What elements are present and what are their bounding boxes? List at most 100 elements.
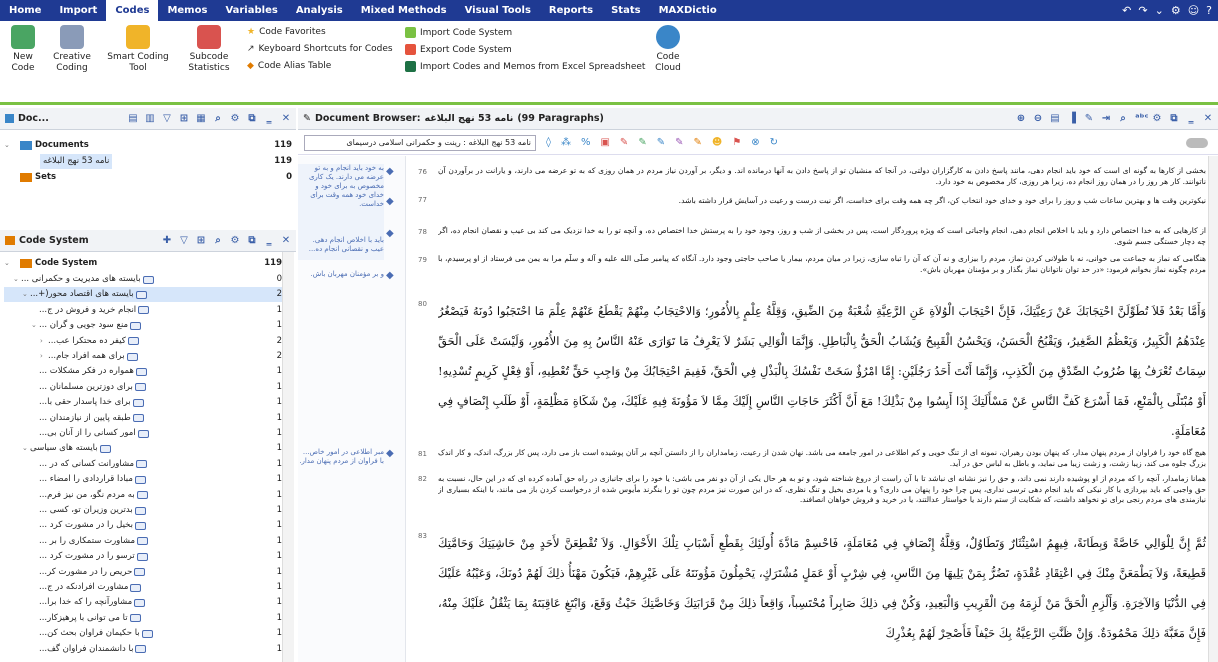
code-item[interactable]: ⌄ منع سود جویی و گران ... 1 [4, 318, 282, 333]
close-icon[interactable]: ✕ [281, 235, 291, 246]
menu-stats[interactable]: Stats [602, 0, 649, 21]
search-icon[interactable]: ⌕ [213, 113, 223, 124]
red-pen-icon[interactable]: ✎ [620, 137, 628, 148]
sets-root[interactable]: Sets 0 [4, 170, 292, 185]
import-excel-button[interactable]: Import Codes and Memos from Excel Spread… [405, 61, 645, 72]
code-item[interactable]: برای خدا پاسدار حقی با... 1 [4, 395, 282, 410]
activate-icon[interactable]: ⊞ [196, 235, 206, 246]
code-item[interactable]: ⌄ بایسته های اقتصاد محور(+... 2 [4, 287, 282, 303]
code-item[interactable]: ⌄ بایسته های سیاسی 1 [4, 441, 282, 456]
zoom-out-icon[interactable]: ⊖ [1033, 113, 1043, 124]
documents-root[interactable]: ⌄ Documents 119 [4, 138, 292, 153]
smiley-icon[interactable]: ☻ [712, 137, 722, 148]
new-code-button[interactable]: New Code [8, 25, 38, 74]
smart-coding-button[interactable]: Smart Coding Tool [106, 25, 170, 74]
code-item[interactable]: مشاورت ستمکاری را بر ... 1 [4, 534, 282, 549]
gear-icon[interactable]: ⚙ [230, 235, 240, 246]
coding-stripe-label[interactable]: مبر اطلاعی در امور خاص... با فراوان از م… [298, 448, 384, 472]
subcode-statistics-button[interactable]: Subcode Statistics [184, 25, 234, 74]
code-item[interactable]: برای دوزترین مسلمانان ... 1 [4, 380, 282, 395]
filter-icon[interactable]: ▽ [179, 235, 189, 246]
menu-reports[interactable]: Reports [540, 0, 602, 21]
code-item[interactable]: امور کسانی را از آنان بی... 1 [4, 426, 282, 441]
code-favorites-button[interactable]: ★ Code Favorites [247, 27, 326, 37]
code-icon[interactable]: ⁂ [561, 137, 571, 148]
refresh-icon[interactable]: ↻ [770, 137, 778, 148]
code-marker-icon[interactable]: ◆ [386, 196, 394, 207]
gear-icon[interactable]: ⚙ [1171, 4, 1181, 17]
code-alias-button[interactable]: ◆ Code Alias Table [247, 61, 331, 71]
code-item[interactable]: مشاورآنچه را که خدا برا... 1 [4, 595, 282, 610]
paragraph-78[interactable]: از کارهایی که به خدا اختصاص دارد و باید … [438, 226, 1206, 250]
paragraph-80[interactable]: وَأَمَّا بَعْدُ فَلاَ تُطَوِّلَنَّ احْتِ… [438, 296, 1206, 446]
undo-icon[interactable]: ↶ [1122, 4, 1131, 17]
minimize-icon[interactable]: ‗ [264, 235, 274, 246]
code-marker-icon[interactable]: ◆ [386, 448, 394, 459]
code-favorite-icon[interactable]: % [581, 137, 591, 148]
coding-stripe-label[interactable]: باید با اخلاص انجام دهی. عیب و نقصانی ان… [298, 236, 384, 258]
menu-maxdictio[interactable]: MAXDictio [650, 0, 726, 21]
link-icon[interactable]: ⊗ [751, 137, 759, 148]
code-marker-icon[interactable]: ◆ [386, 166, 394, 177]
menu-mixed-methods[interactable]: Mixed Methods [352, 0, 456, 21]
export-code-system-button[interactable]: Export Code System [405, 44, 512, 55]
spellcheck-icon[interactable]: ᵃᵇᶜ [1135, 113, 1149, 124]
code-item[interactable]: مشاورانت کسانی که در ... 1 [4, 457, 282, 472]
green-pen-icon[interactable]: ✎ [638, 137, 646, 148]
gear-icon[interactable]: ⚙ [1152, 113, 1162, 124]
chevron-icon[interactable]: › [40, 334, 48, 349]
highlight-icon[interactable]: ◊ [546, 137, 551, 148]
minimize-icon[interactable]: ‗ [264, 113, 274, 124]
document-scrollbar[interactable] [1208, 156, 1218, 662]
menu-analysis[interactable]: Analysis [287, 0, 352, 21]
coding-stripe-label[interactable]: و بر مؤمنان مهربان باش. [298, 270, 384, 284]
code-marker-icon[interactable]: ◆ [386, 270, 394, 281]
print-icon[interactable]: ▤ [1050, 113, 1060, 124]
chevron-down-icon[interactable]: ⌄ [4, 256, 12, 271]
code-item[interactable]: › کیفر ده محتکرا عب... 2 [4, 334, 282, 349]
code-item[interactable]: بخیل را در مشورت کرد ... 1 [4, 518, 282, 533]
flag-icon[interactable]: ⚑ [732, 137, 741, 148]
chevron-icon[interactable]: ⌄ [13, 272, 21, 287]
code-item[interactable]: طبقه پایین از نیازمندان ... 1 [4, 411, 282, 426]
document-item[interactable]: نامه 53 نهج البلاغه 119 [4, 154, 292, 169]
menu-home[interactable]: Home [0, 0, 50, 21]
emoticode-icon[interactable]: ▣ [600, 137, 609, 148]
activate-icon[interactable]: ⊞ [179, 113, 189, 124]
new-doc-icon[interactable]: ▤ [128, 113, 138, 124]
undock-icon[interactable]: ⧉ [1169, 113, 1179, 124]
chevron-icon[interactable]: › [40, 349, 48, 364]
orange-pen-icon[interactable]: ✎ [693, 137, 701, 148]
import-doc-icon[interactable]: ▥ [145, 113, 155, 124]
toggle-switch[interactable] [1186, 137, 1208, 148]
menu-import[interactable]: Import [50, 0, 106, 21]
code-item[interactable]: همواره در فکر مشکلات ... 1 [4, 364, 282, 379]
purple-pen-icon[interactable]: ✎ [675, 137, 683, 148]
code-item[interactable]: › برای همه افراد جام... 2 [4, 349, 282, 364]
code-item[interactable]: با حکیمان فراوان بحث کن... 1 [4, 626, 282, 641]
code-item[interactable]: با دانشمندان فراوان گف... 1 [4, 642, 282, 657]
smiley-icon[interactable]: ☺ [1188, 4, 1199, 17]
chevron-down-icon[interactable]: ⌄ [1155, 4, 1164, 17]
code-cloud-button[interactable]: Code Cloud [648, 25, 688, 74]
code-item[interactable]: بدترین وزیران تو، کسی ... 1 [4, 503, 282, 518]
paragraph-76[interactable]: بخشی از کارها به گونه ای است که خود باید… [438, 166, 1206, 194]
close-icon[interactable]: ✕ [1203, 113, 1213, 124]
new-code-icon[interactable]: ✚ [162, 235, 172, 246]
paragraph-83[interactable]: ثُمَّ إِنَّ لِلْوَالِي خَاصَّةً وَبِطَان… [438, 528, 1206, 662]
code-system-root[interactable]: ⌄ Code System 119 [4, 256, 282, 271]
redo-icon[interactable]: ↷ [1138, 4, 1147, 17]
import-code-system-button[interactable]: Import Code System [405, 27, 512, 38]
code-item[interactable]: ترسو را در مشورت کرد ... 1 [4, 549, 282, 564]
export-icon[interactable]: ⇥ [1101, 113, 1111, 124]
filter-icon[interactable]: ▽ [162, 113, 172, 124]
menu-variables[interactable]: Variables [216, 0, 286, 21]
chevron-icon[interactable]: ⌄ [22, 287, 30, 302]
zoom-in-icon[interactable]: ⊕ [1016, 113, 1026, 124]
menu-visual-tools[interactable]: Visual Tools [456, 0, 540, 21]
close-icon[interactable]: ✕ [281, 113, 291, 124]
code-tree-scrollbar[interactable] [282, 252, 294, 662]
paragraph-82[interactable]: همانا زمامدار، آنچه را که مردم از او پوش… [438, 474, 1206, 528]
blue-pen-icon[interactable]: ✎ [657, 137, 665, 148]
help-icon[interactable]: ? [1206, 4, 1212, 17]
